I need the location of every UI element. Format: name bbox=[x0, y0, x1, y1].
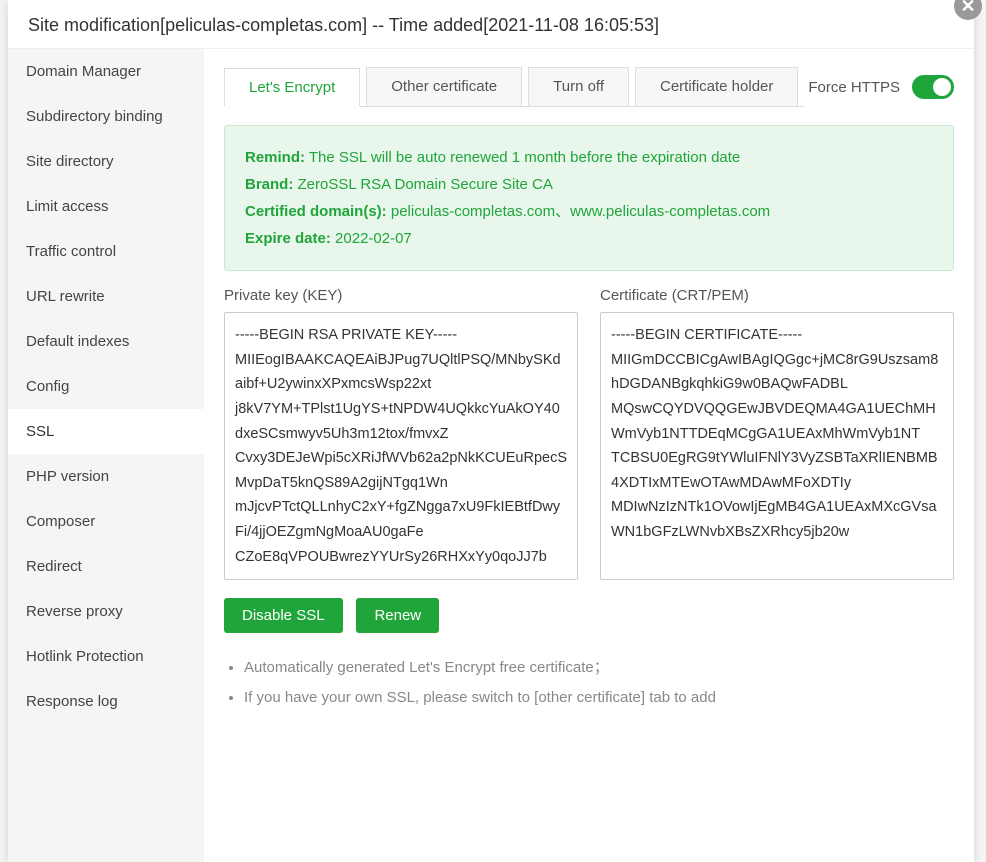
note-item: If you have your own SSL, please switch … bbox=[244, 683, 954, 713]
modal-title: Site modification[peliculas-completas.co… bbox=[8, 0, 974, 49]
sidebar-item-config[interactable]: Config bbox=[8, 364, 204, 409]
sidebar: Domain Manager Subdirectory binding Site… bbox=[8, 49, 204, 862]
sidebar-item-domain-manager[interactable]: Domain Manager bbox=[8, 49, 204, 94]
info-remind: Remind: The SSL will be auto renewed 1 m… bbox=[245, 144, 933, 171]
certificate-label: Certificate (CRT/PEM) bbox=[600, 287, 954, 304]
sidebar-item-url-rewrite[interactable]: URL rewrite bbox=[8, 274, 204, 319]
sidebar-item-reverse-proxy[interactable]: Reverse proxy bbox=[8, 589, 204, 634]
sidebar-item-composer[interactable]: Composer bbox=[8, 499, 204, 544]
info-expire: Expire date: 2022-02-07 bbox=[245, 225, 933, 252]
private-key-label: Private key (KEY) bbox=[224, 287, 578, 304]
site-modification-modal: ✕ Site modification[peliculas-completas.… bbox=[8, 0, 974, 862]
sidebar-item-traffic-control[interactable]: Traffic control bbox=[8, 229, 204, 274]
note-item: Automatically generated Let's Encrypt fr… bbox=[244, 653, 954, 683]
sidebar-item-default-indexes[interactable]: Default indexes bbox=[8, 319, 204, 364]
sidebar-item-subdirectory-binding[interactable]: Subdirectory binding bbox=[8, 94, 204, 139]
force-https-label: Force HTTPS bbox=[808, 79, 900, 96]
force-https-toggle[interactable] bbox=[912, 75, 954, 99]
ssl-info-box: Remind: The SSL will be auto renewed 1 m… bbox=[224, 125, 954, 271]
renew-button[interactable]: Renew bbox=[356, 598, 439, 633]
certificate-input[interactable] bbox=[600, 312, 954, 580]
certificate-col: Certificate (CRT/PEM) bbox=[600, 287, 954, 580]
private-key-input[interactable] bbox=[224, 312, 578, 580]
modal-body: Domain Manager Subdirectory binding Site… bbox=[8, 49, 974, 862]
sidebar-item-limit-access[interactable]: Limit access bbox=[8, 184, 204, 229]
sidebar-item-ssl[interactable]: SSL bbox=[8, 409, 204, 454]
tab-lets-encrypt[interactable]: Let's Encrypt bbox=[224, 68, 360, 107]
disable-ssl-button[interactable]: Disable SSL bbox=[224, 598, 343, 633]
tab-turn-off[interactable]: Turn off bbox=[528, 67, 629, 106]
sidebar-item-hotlink-protection[interactable]: Hotlink Protection bbox=[8, 634, 204, 679]
tab-other-certificate[interactable]: Other certificate bbox=[366, 67, 522, 106]
sidebar-item-site-directory[interactable]: Site directory bbox=[8, 139, 204, 184]
tabs-row: Let's Encrypt Other certificate Turn off… bbox=[224, 67, 954, 107]
notes-list: Automatically generated Let's Encrypt fr… bbox=[224, 653, 954, 713]
info-domains: Certified domain(s): peliculas-completas… bbox=[245, 198, 933, 225]
force-https-control: Force HTTPS bbox=[808, 75, 954, 99]
button-row: Disable SSL Renew bbox=[224, 598, 954, 633]
tab-certificate-holder[interactable]: Certificate holder bbox=[635, 67, 798, 106]
certificate-fields: Private key (KEY) Certificate (CRT/PEM) bbox=[224, 287, 954, 580]
sidebar-item-php-version[interactable]: PHP version bbox=[8, 454, 204, 499]
content-area: Let's Encrypt Other certificate Turn off… bbox=[204, 49, 974, 862]
private-key-col: Private key (KEY) bbox=[224, 287, 578, 580]
sidebar-item-redirect[interactable]: Redirect bbox=[8, 544, 204, 589]
ssl-tabs: Let's Encrypt Other certificate Turn off… bbox=[224, 67, 804, 107]
info-brand: Brand: ZeroSSL RSA Domain Secure Site CA bbox=[245, 171, 933, 198]
sidebar-item-response-log[interactable]: Response log bbox=[8, 679, 204, 724]
